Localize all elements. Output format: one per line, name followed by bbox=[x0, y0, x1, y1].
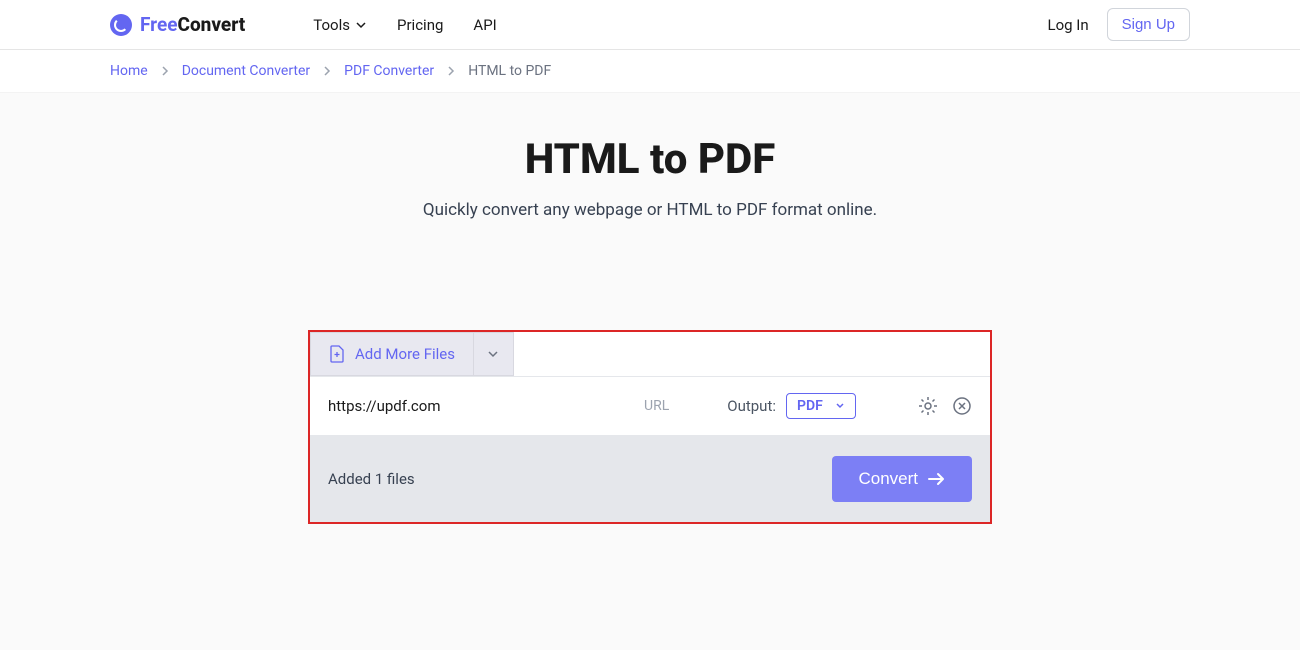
chevron-right-icon bbox=[446, 66, 456, 76]
file-type-label: URL bbox=[644, 398, 669, 414]
chevron-down-icon bbox=[835, 401, 845, 411]
main-content: HTML to PDF Quickly convert any webpage … bbox=[0, 93, 1300, 650]
add-more-files-label: Add More Files bbox=[355, 345, 455, 363]
logo-convert-text: Convert bbox=[178, 13, 246, 36]
added-files-text: Added 1 files bbox=[328, 470, 415, 488]
convert-button[interactable]: Convert bbox=[832, 456, 972, 502]
breadcrumb: Home Document Converter PDF Converter HT… bbox=[0, 50, 1300, 93]
nav-api-label: API bbox=[473, 16, 496, 34]
output-format-select[interactable]: PDF bbox=[786, 393, 856, 419]
output-value: PDF bbox=[797, 398, 823, 414]
page-title: HTML to PDF bbox=[0, 135, 1300, 184]
breadcrumb-pdf-converter[interactable]: PDF Converter bbox=[344, 63, 434, 79]
nav-tools[interactable]: Tools bbox=[313, 16, 367, 34]
breadcrumb-document-converter[interactable]: Document Converter bbox=[182, 63, 310, 79]
output-label: Output: bbox=[727, 397, 776, 415]
file-url-input[interactable]: https://updf.com bbox=[328, 397, 644, 415]
signup-button[interactable]: Sign Up bbox=[1107, 8, 1190, 41]
main-nav: Tools Pricing API bbox=[313, 16, 496, 34]
converter-panel: Add More Files https://updf.com URL Outp… bbox=[308, 330, 992, 524]
breadcrumb-current: HTML to PDF bbox=[468, 63, 551, 79]
add-files-bar: Add More Files bbox=[310, 332, 990, 377]
nav-api[interactable]: API bbox=[473, 16, 496, 34]
page-subtitle: Quickly convert any webpage or HTML to P… bbox=[0, 200, 1300, 220]
settings-button[interactable] bbox=[918, 396, 938, 416]
nav-pricing-label: Pricing bbox=[397, 16, 443, 34]
chevron-right-icon bbox=[322, 66, 332, 76]
chevron-down-icon bbox=[487, 348, 499, 360]
breadcrumb-home[interactable]: Home bbox=[110, 63, 148, 79]
file-row: https://updf.com URL Output: PDF bbox=[310, 377, 990, 436]
logo-icon bbox=[110, 14, 132, 36]
logo-free-text: Free bbox=[140, 13, 178, 36]
file-add-icon bbox=[329, 345, 345, 363]
arrow-right-icon bbox=[928, 472, 946, 486]
header-right: Log In Sign Up bbox=[1047, 8, 1190, 41]
close-icon bbox=[952, 396, 972, 416]
converter-footer: Added 1 files Convert bbox=[310, 436, 990, 522]
header: FreeConvert Tools Pricing API Log In Sig… bbox=[0, 0, 1300, 50]
chevron-right-icon bbox=[160, 66, 170, 76]
nav-tools-label: Tools bbox=[313, 16, 350, 34]
login-link[interactable]: Log In bbox=[1047, 16, 1088, 34]
chevron-down-icon bbox=[355, 19, 367, 31]
logo[interactable]: FreeConvert bbox=[110, 13, 245, 36]
gear-icon bbox=[918, 396, 938, 416]
add-more-files-button[interactable]: Add More Files bbox=[310, 332, 474, 376]
nav-pricing[interactable]: Pricing bbox=[397, 16, 443, 34]
add-files-dropdown-button[interactable] bbox=[474, 332, 514, 376]
remove-file-button[interactable] bbox=[952, 396, 972, 416]
convert-button-label: Convert bbox=[858, 469, 918, 489]
